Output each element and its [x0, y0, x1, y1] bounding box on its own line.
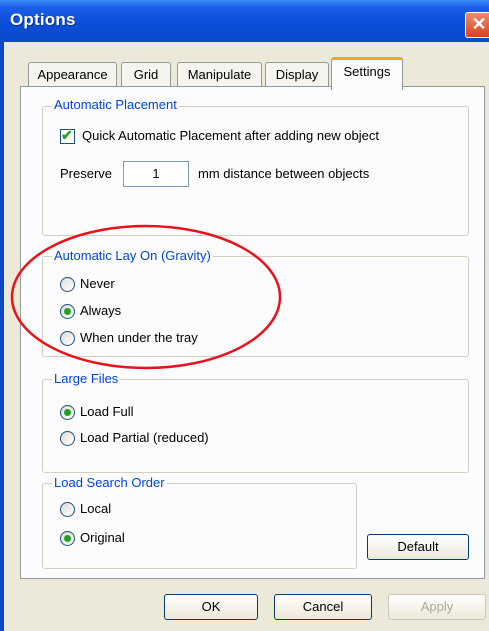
- load-partial-label: Load Partial (reduced): [80, 430, 209, 445]
- search-order-legend: Load Search Order: [52, 475, 167, 491]
- tab-label: Settings: [343, 64, 391, 79]
- cancel-button[interactable]: Cancel: [274, 594, 372, 620]
- local-label: Local: [80, 501, 112, 516]
- original-label: Original: [80, 530, 125, 545]
- tab-grid[interactable]: Grid: [121, 62, 171, 87]
- radio-load-full[interactable]: [60, 405, 75, 420]
- automatic-placement-legend: Automatic Placement: [52, 97, 179, 113]
- options-dialog: Options ✕ Appearance Grid Manipulate Dis…: [0, 0, 489, 631]
- load-full-label: Load Full: [80, 404, 134, 419]
- preserve-label: Preserve: [60, 166, 113, 181]
- tab-label: Appearance: [37, 67, 108, 82]
- title-bar: Options: [0, 0, 489, 42]
- quick-placement-checkbox[interactable]: ✔: [60, 127, 75, 144]
- radio-load-partial[interactable]: [60, 431, 75, 446]
- radio-local[interactable]: [60, 502, 75, 517]
- tab-manipulate[interactable]: Manipulate: [177, 62, 262, 87]
- window-frame: [0, 42, 4, 631]
- close-icon[interactable]: ✕: [465, 12, 489, 38]
- apply-button[interactable]: Apply: [388, 594, 486, 620]
- default-button[interactable]: Default: [367, 534, 469, 560]
- ok-button[interactable]: OK: [164, 594, 258, 620]
- window-title: Options: [10, 10, 76, 29]
- tab-label: Display: [275, 67, 319, 82]
- tab-label: Manipulate: [187, 67, 252, 82]
- checkmark-icon: ✔: [61, 127, 73, 143]
- annotation-ellipse: [10, 224, 282, 370]
- tab-appearance[interactable]: Appearance: [28, 62, 117, 87]
- tab-label: Grid: [133, 67, 159, 82]
- tab-settings[interactable]: Settings: [331, 57, 403, 90]
- distance-unit-label: mm distance between objects: [198, 166, 370, 181]
- quick-placement-label: Quick Automatic Placement after adding n…: [82, 128, 379, 143]
- search-order-group: [42, 483, 357, 569]
- preserve-distance-input[interactable]: 1: [123, 161, 189, 187]
- tab-display[interactable]: Display: [265, 62, 329, 87]
- large-files-legend: Large Files: [52, 371, 121, 387]
- large-files-group: [42, 379, 469, 473]
- radio-original[interactable]: [60, 531, 75, 546]
